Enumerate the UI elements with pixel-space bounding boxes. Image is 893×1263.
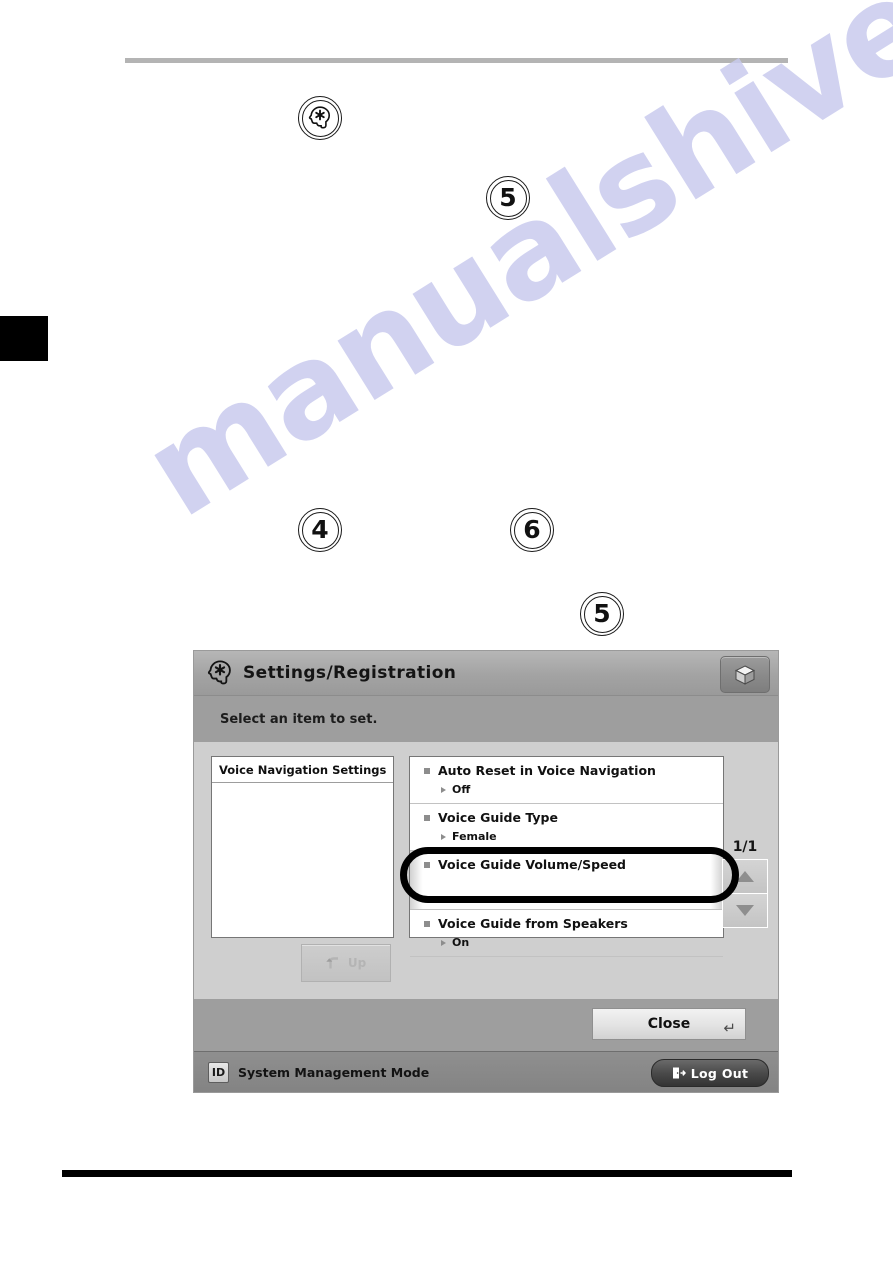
list-item-main: Auto Reset in Voice Navigation (410, 763, 723, 778)
triangle-right-icon (441, 786, 446, 793)
list-item[interactable]: Auto Reset in Voice Navigation Off (410, 757, 723, 804)
status-mode-text: System Management Mode (238, 1065, 430, 1080)
list-item-sub: Off (410, 783, 723, 796)
list-item-label: Voice Guide Volume/Speed (438, 857, 627, 872)
triangle-right-icon (441, 833, 446, 840)
up-button-label: Up (347, 956, 367, 970)
page-chapter-tab (0, 316, 48, 361)
pager: 1/1 (722, 839, 768, 928)
panel-status-bar: ID System Management Mode Log Out (194, 1051, 778, 1092)
panel-message-bar: Select an item to set. (194, 696, 778, 744)
step-marker-4: 4 (298, 508, 342, 552)
triangle-down-icon (736, 905, 754, 916)
id-badge: ID (208, 1062, 229, 1083)
list-item[interactable]: Voice Guide Type Female (410, 804, 723, 851)
list-item-value: On (452, 936, 470, 949)
list-item-label: Voice Guide from Speakers (438, 916, 628, 931)
list-item-main: Voice Guide Volume/Speed (410, 857, 723, 872)
panel-title: Settings/Registration (243, 663, 457, 683)
list-item-label: Voice Guide Type (438, 810, 558, 825)
tree-header-label: Voice Navigation Settings (219, 762, 387, 777)
triangle-right-icon (441, 939, 446, 946)
panel-message-text: Select an item to set. (220, 711, 378, 727)
bullet-icon (424, 814, 430, 821)
list-item-selected[interactable]: Voice Guide Volume/Speed (410, 851, 723, 910)
step-marker-6: 6 (510, 508, 554, 552)
step-marker-5-bottom: 5 (580, 592, 624, 636)
list-item-value: Off (452, 783, 471, 796)
logout-button-label: Log Out (690, 1065, 749, 1081)
scroll-down-button[interactable] (723, 893, 767, 927)
list-item-main: Voice Guide Type (410, 810, 723, 825)
step-marker-label: 4 (311, 514, 329, 544)
logout-door-icon (672, 1067, 686, 1079)
tree-header: Voice Navigation Settings (212, 757, 393, 783)
list-item-value: Female (452, 830, 497, 843)
up-button[interactable]: Up (301, 944, 391, 982)
device-control-panel: Settings/Registration Select an item to … (193, 650, 779, 1093)
bullet-icon (424, 920, 430, 927)
cube-button[interactable] (720, 656, 770, 693)
watermark: manualshive.com (120, 0, 893, 547)
panel-titlebar: Settings/Registration (194, 651, 778, 696)
list-item[interactable]: Voice Guide from Speakers On (410, 910, 723, 957)
page-indicator: 1/1 (732, 839, 758, 855)
page-footer-rule (62, 1170, 792, 1177)
page-header-rule (125, 58, 788, 63)
scroll-up-button[interactable] (723, 860, 767, 893)
panel-body: Voice Navigation Settings Up Auto Reset … (194, 744, 778, 997)
bullet-icon (424, 767, 430, 774)
step-marker-key-icon (298, 96, 342, 140)
enter-arrow-icon: ↵ (723, 1020, 736, 1037)
pager-buttons (722, 859, 768, 928)
cube-icon (734, 664, 756, 685)
close-button-label: Close (647, 1016, 691, 1032)
panel-action-bar: Close ↵ (194, 997, 778, 1051)
step-marker-label: 5 (499, 182, 517, 212)
close-button[interactable]: Close ↵ (592, 1008, 746, 1040)
tree-column: Voice Navigation Settings Up (211, 756, 394, 982)
arrow-up-left-icon (326, 957, 338, 969)
list-item-label: Auto Reset in Voice Navigation (438, 763, 656, 778)
tree-box: Voice Navigation Settings (211, 756, 394, 938)
settings-registration-key-icon (207, 660, 231, 685)
list-item-sub: On (410, 936, 723, 949)
bullet-icon (424, 861, 430, 868)
triangle-up-icon (736, 871, 754, 882)
list-item-main: Voice Guide from Speakers (410, 916, 723, 931)
step-marker-label: 5 (593, 598, 611, 628)
list-item-sub: Female (410, 830, 723, 843)
settings-list: Auto Reset in Voice Navigation Off Voice… (409, 756, 724, 957)
step-marker-5-top: 5 (486, 176, 530, 220)
settings-registration-key-icon (308, 106, 331, 129)
step-marker-label: 6 (523, 514, 541, 544)
logout-button[interactable]: Log Out (651, 1059, 769, 1087)
